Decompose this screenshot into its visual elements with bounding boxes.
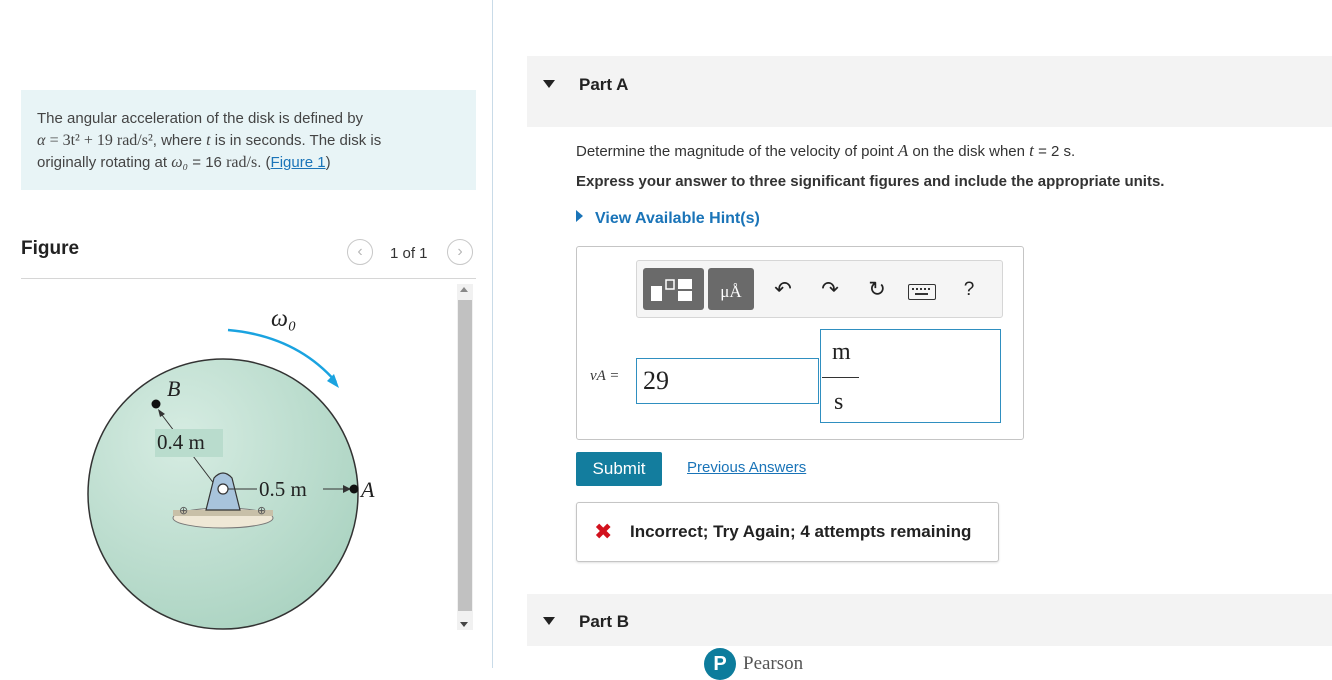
problem-line-1: The angular acceleration of the disk is … [37,110,364,127]
rotation-arrowhead [327,374,339,388]
part-a-label[interactable]: Part A [579,75,628,95]
templates-button[interactable] [643,268,704,310]
variable-label: vA = [590,368,620,384]
keyboard-icon [912,288,930,295]
templates-icon [651,279,692,301]
figure-scrollbar-thumb[interactable] [458,300,472,611]
point-b-label: B [167,376,180,401]
redo-button[interactable]: ↷ [817,276,843,304]
redo-icon: ↷ [821,278,839,301]
column-divider [492,0,493,668]
reset-icon: ↻ [868,278,886,301]
value-input[interactable]: 29 [636,358,819,404]
chevron-right-icon: › [457,243,463,260]
view-hints-link[interactable]: View Available Hint(s) [576,210,760,228]
collapse-part-b-icon[interactable] [543,617,555,625]
question-text: Determine the magnitude of the velocity … [576,141,1076,160]
help-icon: ? [963,279,975,300]
fraction-bar [822,377,859,378]
point-a-label: A [359,477,375,502]
radius-a-label: 0.5 m [259,477,307,501]
scroll-up-icon[interactable] [460,287,468,292]
figure-divider [21,278,476,279]
problem-statement: The angular acceleration of the disk is … [21,90,476,190]
unit-denominator: s [834,389,844,415]
figure-prev-button[interactable]: ‹ [347,239,373,265]
reset-button[interactable]: ↻ [864,276,890,304]
pearson-brand: Pearson [743,653,804,674]
undo-icon: ↶ [774,278,792,301]
figure-title: Figure [21,238,80,259]
svg-text:⊕: ⊕ [257,505,266,517]
figure-link[interactable]: Figure 1 [271,154,326,171]
pivot-pin [217,483,229,495]
answer-instruction: Express your answer to three significant… [576,173,1165,190]
problem-line-2: α = 3t² + 19 rad/s², where t is in secon… [37,132,382,149]
svg-text:⊕: ⊕ [179,505,188,517]
part-b-header[interactable] [527,594,1332,646]
omega0-symbol: ω₀ [171,154,189,171]
figure-next-button[interactable]: › [447,239,473,265]
point-b-dot [151,399,161,409]
keyboard-button[interactable] [908,284,936,300]
submit-button[interactable]: Submit [576,452,662,486]
pearson-logo: P [704,648,736,680]
previous-answers-link[interactable]: Previous Answers [687,459,806,476]
radius-b-label: 0.4 m [157,430,205,454]
chevron-left-icon: ‹ [357,243,363,260]
part-a-header[interactable] [527,56,1332,127]
figure-pager-text: 1 of 1 [390,245,428,262]
alpha-equation: = 3t² + 19 rad/s² [49,132,153,149]
part-b-label[interactable]: Part B [579,612,629,632]
disk-figure: ω₀ B 0.4 m 0.5 m A ⊕ ⊕ [87,306,375,630]
point-a-dot [349,484,359,494]
problem-line-3: originally rotating at ω₀ = 16 rad/s. (F… [37,154,331,171]
units-icon: μÅ [720,282,742,301]
help-button[interactable]: ? [956,276,982,304]
undo-button[interactable]: ↶ [770,276,796,304]
x-icon: ✖ [594,519,613,544]
scroll-down-icon[interactable] [460,622,468,627]
caret-right-icon [576,210,583,222]
units-button[interactable]: μÅ [708,268,754,310]
unit-numerator: m [832,339,851,365]
collapse-part-a-icon[interactable] [543,80,555,88]
alpha-symbol: α [37,132,46,149]
feedback-message: Incorrect; Try Again; 4 attempts remaini… [630,522,972,541]
omega-label: ω₀ [271,306,296,332]
